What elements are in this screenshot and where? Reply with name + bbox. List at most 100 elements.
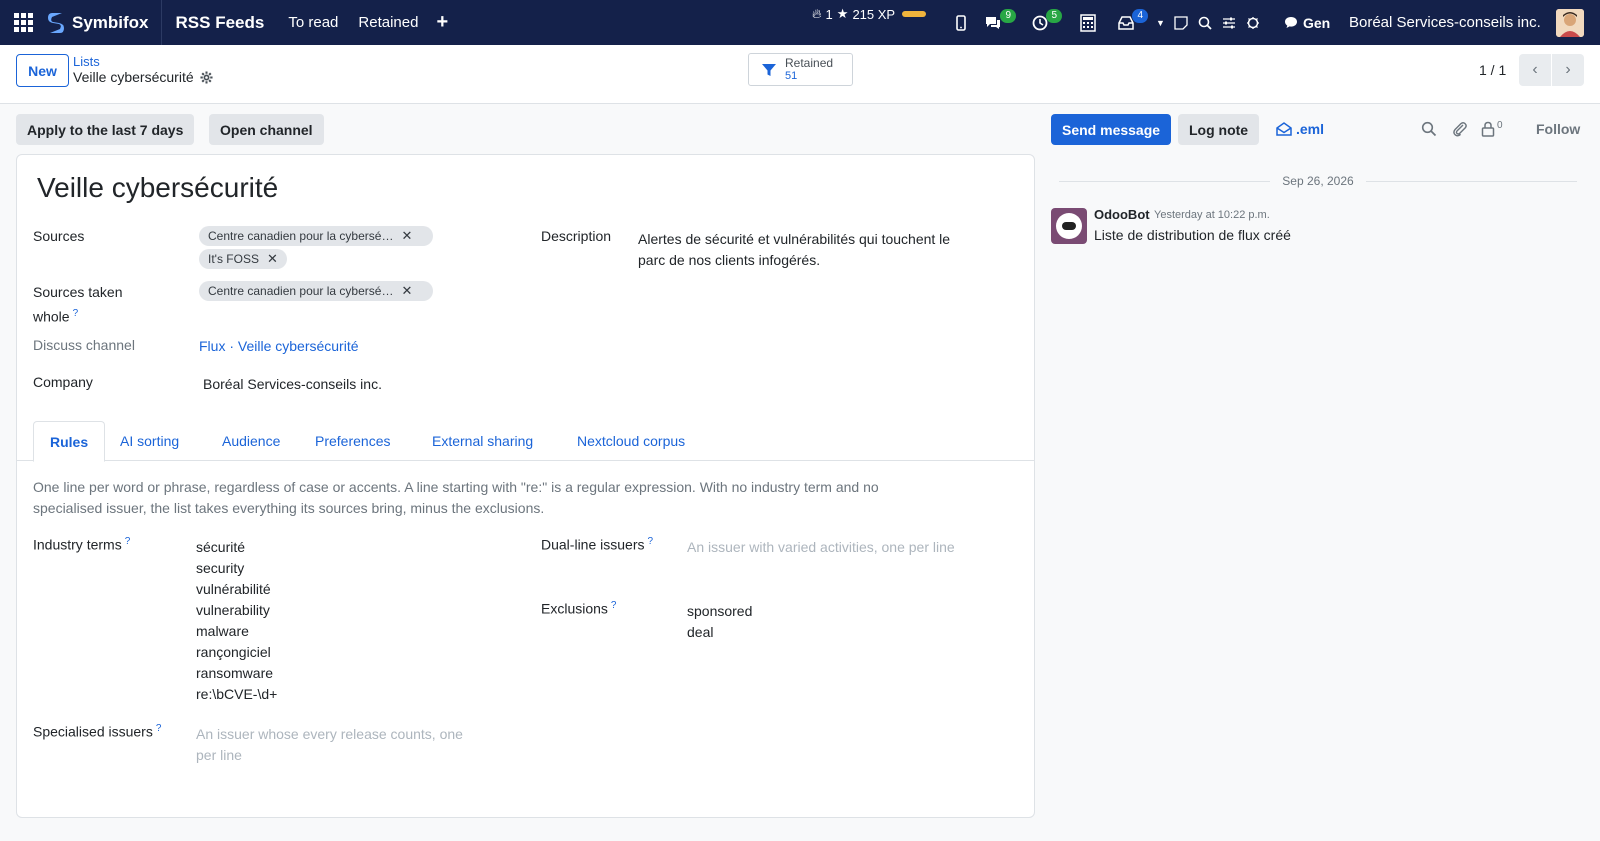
help-icon[interactable]: ? <box>647 536 653 547</box>
symbifox-logo-icon <box>48 12 64 33</box>
menu-retained[interactable]: Retained <box>348 14 428 31</box>
filter-count: 51 <box>785 70 798 82</box>
systray: 9 5 4 ▼ <box>948 0 1265 45</box>
remove-tag-icon[interactable]: ✕ <box>401 228 412 244</box>
paperclip-icon[interactable] <box>1452 121 1468 141</box>
list-item: security <box>196 560 245 576</box>
exclusions-field[interactable]: sponsored deal <box>687 601 752 643</box>
source-tag: Centre canadien pour la cybersé… ✕ <box>199 226 433 246</box>
send-message-button[interactable]: Send message <box>1051 114 1172 145</box>
gen-label: Gen <box>1303 14 1331 31</box>
separator-date: Sep 26, 2026 <box>1282 174 1354 188</box>
sources-taken-whole-line2: whole <box>33 308 70 325</box>
messages-icon[interactable]: 9 <box>976 0 1016 45</box>
tab-audience[interactable]: Audience <box>206 421 296 461</box>
sliders-icon[interactable] <box>1217 0 1241 45</box>
app-title[interactable]: RSS Feeds <box>162 13 279 33</box>
discuss-channel-link[interactable]: Flux · Veille cybersécurité <box>199 338 359 354</box>
app-menu-icon[interactable] <box>0 0 46 45</box>
brand-name: Symbifox <box>72 12 149 32</box>
help-icon[interactable]: ? <box>156 723 162 734</box>
messages-badge: 9 <box>1000 9 1016 23</box>
dual-line-issuers-label: Dual-line issuers? <box>541 536 653 553</box>
list-item: ransomware <box>196 665 274 681</box>
tab-nextcloud-corpus[interactable]: Nextcloud corpus <box>561 421 701 461</box>
eml-button[interactable]: .eml <box>1276 121 1324 137</box>
chat-bubble-icon <box>1285 17 1297 28</box>
menu-to-read[interactable]: To read <box>278 14 348 31</box>
notifications-badge: 4 <box>1132 9 1148 23</box>
followers-lock-icon[interactable]: 0 <box>1481 121 1503 137</box>
dual-line-issuers-field[interactable]: An issuer with varied activities, one pe… <box>687 537 955 558</box>
odoobot-avatar[interactable] <box>1051 208 1087 244</box>
control-panel: New Lists Veille cybersécurité Retained … <box>0 45 1600 104</box>
breadcrumb-current: Veille cybersécurité <box>73 69 213 85</box>
caret-down-icon[interactable]: ▼ <box>1152 0 1169 45</box>
company-value[interactable]: Boréal Services-conseils inc. <box>203 376 382 392</box>
sticky-note-icon[interactable] <box>1169 0 1193 45</box>
industry-terms-field[interactable]: sécurité security vulnérabilité vulnerab… <box>196 537 277 705</box>
sources-taken-whole-label: Sources taken whole? <box>33 282 123 328</box>
notebook-tabs: Rules AI sorting Audience Preferences Ex… <box>16 421 1035 462</box>
open-channel-button[interactable]: Open channel <box>209 114 324 145</box>
rules-hint-line: specialised issuer, the list takes every… <box>33 500 545 516</box>
source-whole-tag: Centre canadien pour la cybersé… ✕ <box>199 281 433 301</box>
company-label: Company <box>33 374 93 390</box>
pager-next-icon[interactable]: › <box>1552 54 1584 86</box>
inbox-icon[interactable]: 4 <box>1110 0 1148 45</box>
specialised-issuers-field[interactable]: An issuer whose every release counts, on… <box>196 724 463 766</box>
message-body: Liste de distribution de flux créé <box>1094 227 1291 243</box>
new-button[interactable]: New <box>16 54 69 87</box>
log-note-button[interactable]: Log note <box>1178 114 1260 145</box>
remove-tag-icon[interactable]: ✕ <box>267 251 278 267</box>
eml-label: .eml <box>1296 121 1325 137</box>
pager-value[interactable]: 1 / 1 <box>1479 62 1506 78</box>
tab-preferences[interactable]: Preferences <box>299 421 406 461</box>
list-item: sécurité <box>196 539 246 555</box>
tab-rules[interactable]: Rules <box>33 421 106 462</box>
bug-icon[interactable] <box>1241 0 1265 45</box>
mobile-icon[interactable] <box>948 0 974 45</box>
tab-ai-sorting[interactable]: AI sorting <box>104 421 195 461</box>
exclusions-label: Exclusions? <box>541 600 616 617</box>
tab-external-sharing[interactable]: External sharing <box>416 421 549 461</box>
activities-icon[interactable]: 5 <box>1024 0 1062 45</box>
user-avatar[interactable] <box>1556 9 1584 37</box>
gamification-xp[interactable]: 🔥︎ 1 ★ 215 XP <box>812 0 927 28</box>
ai-gen-button[interactable]: Gen <box>1284 0 1330 45</box>
retained-filter[interactable]: Retained 51 <box>748 53 853 86</box>
help-icon[interactable]: ? <box>611 600 617 611</box>
source-tag-label: Centre canadien pour la cybersé… <box>208 229 394 243</box>
follow-button[interactable]: Follow <box>1536 121 1580 137</box>
rules-hint-line: One line per word or phrase, regardless … <box>33 479 879 495</box>
placeholder-line: An issuer whose every release counts, on… <box>196 726 463 742</box>
remove-tag-icon[interactable]: ✕ <box>401 283 412 299</box>
calculator-icon[interactable] <box>1072 0 1104 45</box>
breadcrumb-lists[interactable]: Lists <box>73 54 100 69</box>
source-tag: It's FOSS ✕ <box>199 249 287 269</box>
followers-count: 0 <box>1497 120 1503 131</box>
description-line: parc de nos clients infogérés. <box>638 252 821 268</box>
brand-logo[interactable]: Symbifox <box>46 0 162 45</box>
gear-icon[interactable] <box>200 70 213 84</box>
help-icon[interactable]: ? <box>125 536 131 547</box>
help-icon[interactable]: ? <box>73 308 79 319</box>
company-switcher[interactable]: Boréal Services-conseils inc. <box>1349 0 1541 45</box>
list-item: re:\bCVE-\d+ <box>196 686 278 702</box>
search-icon[interactable] <box>1193 0 1217 45</box>
placeholder-line: per line <box>196 747 242 763</box>
message-author[interactable]: OdooBot <box>1094 207 1150 222</box>
plus-icon[interactable]: + <box>428 11 456 34</box>
search-icon[interactable] <box>1421 121 1437 141</box>
dual-line-issuers-label-text: Dual-line issuers <box>541 536 645 553</box>
xp-progress-bar <box>902 11 927 17</box>
pager-previous-icon[interactable]: ‹ <box>1519 54 1551 86</box>
description-line: Alertes de sécurité et vulnérabilités qu… <box>638 231 951 247</box>
description-value[interactable]: Alertes de sécurité et vulnérabilités qu… <box>638 229 950 271</box>
xp-value: 215 XP <box>852 6 896 22</box>
industry-terms-label: Industry terms? <box>33 536 130 553</box>
record-title[interactable]: Veille cybersécurité <box>37 172 278 204</box>
apply-last-7-days-button[interactable]: Apply to the last 7 days <box>16 114 195 145</box>
star-icon: ★ <box>836 6 849 21</box>
filter-icon <box>762 63 776 76</box>
